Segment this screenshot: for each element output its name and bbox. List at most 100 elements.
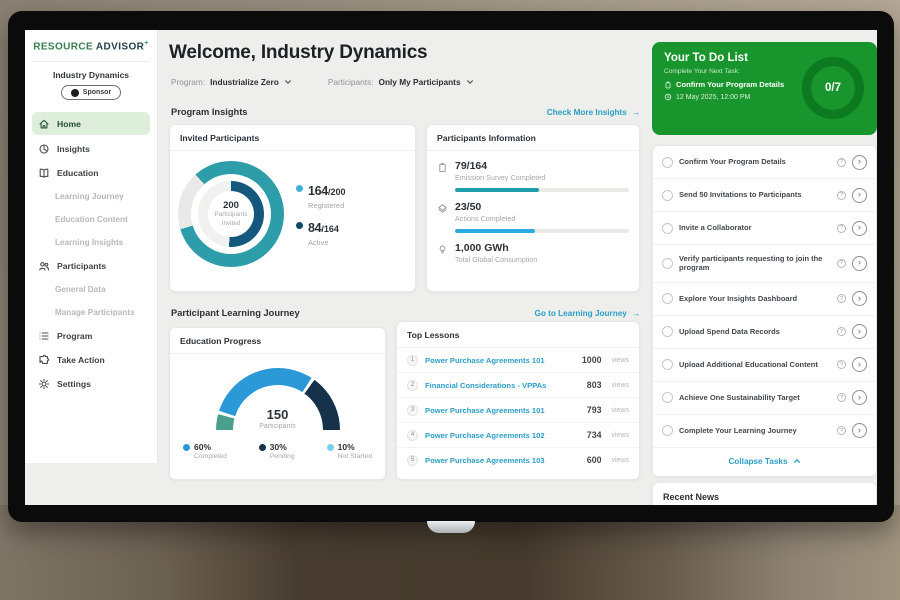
info-icon[interactable] xyxy=(837,158,846,167)
donut-center: 200 Participants Invited xyxy=(178,161,284,267)
lesson-link[interactable]: Power Purchase Agreements 101 xyxy=(425,356,575,365)
tag-icon xyxy=(437,203,448,223)
clipboard-icon xyxy=(664,81,672,89)
sidebar-item-education[interactable]: Education xyxy=(25,161,157,185)
lesson-link[interactable]: Power Purchase Agreements 103 xyxy=(425,456,580,465)
sidebar-item-learning-journey[interactable]: Learning Journey xyxy=(25,185,157,208)
task-checkbox[interactable] xyxy=(662,190,673,201)
info-icon[interactable] xyxy=(837,259,846,268)
sidebar-item-settings[interactable]: Settings xyxy=(25,372,157,396)
task-checkbox[interactable] xyxy=(662,326,673,337)
gear-icon xyxy=(38,378,50,390)
views-suffix: views xyxy=(611,357,629,364)
sidebar-item-take-action[interactable]: Take Action xyxy=(25,348,157,372)
page-title: Welcome, Industry Dynamics xyxy=(169,42,427,64)
task-checkbox[interactable] xyxy=(662,293,673,304)
go-to-learning-journey-link[interactable]: Go to Learning Journey xyxy=(534,309,640,318)
education-progress-card: Education Progress 150 Participants 60% xyxy=(169,327,386,480)
people-icon xyxy=(38,260,50,272)
legend-label: Completed xyxy=(194,453,227,460)
legend-label: Not Started xyxy=(338,453,372,460)
task-row: Complete Your Learning Journey xyxy=(653,415,876,448)
task-label: Achieve One Sustainability Target xyxy=(679,393,831,403)
sidebar-item-general-data[interactable]: General Data xyxy=(25,278,157,301)
legend-dot xyxy=(327,444,334,451)
participants-filter-dropdown[interactable]: Participants: Only My Participants xyxy=(328,77,474,87)
sidebar-item-label: General Data xyxy=(55,285,106,294)
info-icon[interactable] xyxy=(837,360,846,369)
legend-dot xyxy=(296,185,303,192)
photo-backdrop: RESOURCE ADVISOR+ Industry Dynamics Spon… xyxy=(0,0,900,600)
rank-badge: 2 xyxy=(407,380,418,391)
task-open-button[interactable] xyxy=(852,155,867,170)
info-icon[interactable] xyxy=(837,393,846,402)
card-title: Invited Participants xyxy=(170,125,415,151)
task-checkbox[interactable] xyxy=(662,157,673,168)
home-icon xyxy=(38,118,50,130)
legend-dot xyxy=(183,444,190,451)
task-row: Explore Your Insights Dashboard xyxy=(653,283,876,316)
rank-badge: 3 xyxy=(407,405,418,416)
task-open-button[interactable] xyxy=(852,256,867,271)
legend-item-not-started: 10% Not Started xyxy=(327,442,372,460)
sidebar-item-insights[interactable]: Insights xyxy=(25,137,157,161)
task-open-button[interactable] xyxy=(852,390,867,405)
todo-progress-ring: 0/7 xyxy=(802,57,864,119)
info-icon[interactable] xyxy=(837,426,846,435)
task-checkbox[interactable] xyxy=(662,425,673,436)
sidebar-item-label: Take Action xyxy=(57,355,105,365)
sidebar-item-manage-participants[interactable]: Manage Participants xyxy=(25,301,157,324)
top-lessons-card: Top Lessons 1 Power Purchase Agreements … xyxy=(396,321,640,480)
logo-plus: + xyxy=(144,40,149,47)
lightbulb-icon xyxy=(437,244,448,264)
task-open-button[interactable] xyxy=(852,357,867,372)
info-icon[interactable] xyxy=(837,224,846,233)
task-label: Invite a Collaborator xyxy=(679,223,831,233)
sponsor-badge[interactable]: Sponsor xyxy=(61,85,121,100)
todo-summary-card: Your To Do List Complete Your Next Task:… xyxy=(652,42,877,135)
task-open-button[interactable] xyxy=(852,188,867,203)
lesson-link[interactable]: Power Purchase Agreements 101 xyxy=(425,406,580,415)
sidebar-divider xyxy=(33,61,149,62)
lesson-link[interactable]: Financial Considerations - VPPAs xyxy=(425,381,580,390)
task-checkbox[interactable] xyxy=(662,392,673,403)
task-checkbox[interactable] xyxy=(662,258,673,269)
rank-badge: 4 xyxy=(407,430,418,441)
collapse-tasks-link[interactable]: Collapse Tasks xyxy=(653,448,876,476)
lesson-row: 5 Power Purchase Agreements 103 600 view… xyxy=(397,448,639,472)
program-filter-label: Program: xyxy=(171,77,205,87)
info-icon[interactable] xyxy=(837,191,846,200)
lesson-row: 3 Power Purchase Agreements 101 793 view… xyxy=(397,398,639,423)
stat-value: 23/50 xyxy=(455,201,515,213)
stat-emission-survey: 79/164 Emission Survey Completed xyxy=(427,151,639,182)
check-more-insights-link[interactable]: Check More Insights xyxy=(547,108,640,117)
legend-value: 10% xyxy=(338,442,355,452)
lesson-link[interactable]: Power Purchase Agreements 102 xyxy=(425,431,580,440)
task-label: Complete Your Learning Journey xyxy=(679,426,831,436)
task-open-button[interactable] xyxy=(852,291,867,306)
sidebar-item-home[interactable]: Home xyxy=(32,112,150,135)
task-checkbox[interactable] xyxy=(662,359,673,370)
info-icon[interactable] xyxy=(837,294,846,303)
todo-due-date-label: 12 May 2025, 12:00 PM xyxy=(676,94,750,101)
sidebar-item-learning-insights[interactable]: Learning Insights xyxy=(25,231,157,254)
clipboard-icon xyxy=(437,162,448,182)
views-count: 793 xyxy=(587,405,602,415)
sidebar-item-education-content[interactable]: Education Content xyxy=(25,208,157,231)
info-icon[interactable] xyxy=(837,327,846,336)
participants-filter-label: Participants: xyxy=(328,77,374,87)
task-open-button[interactable] xyxy=(852,324,867,339)
legend-total: /164 xyxy=(321,224,339,234)
task-open-button[interactable] xyxy=(852,221,867,236)
program-filter-dropdown[interactable]: Program: Industrialize Zero xyxy=(171,77,292,87)
task-open-button[interactable] xyxy=(852,423,867,438)
task-checkbox[interactable] xyxy=(662,223,673,234)
sidebar-item-participants[interactable]: Participants xyxy=(25,254,157,278)
views-count: 803 xyxy=(587,380,602,390)
task-row: Upload Additional Educational Content xyxy=(653,349,876,382)
sidebar-item-program[interactable]: Program xyxy=(25,324,157,348)
legend-value: 60% xyxy=(194,442,211,452)
program-filter-value: Industrialize Zero xyxy=(210,77,279,87)
sponsor-icon xyxy=(71,89,79,97)
sponsor-label: Sponsor xyxy=(83,89,111,96)
